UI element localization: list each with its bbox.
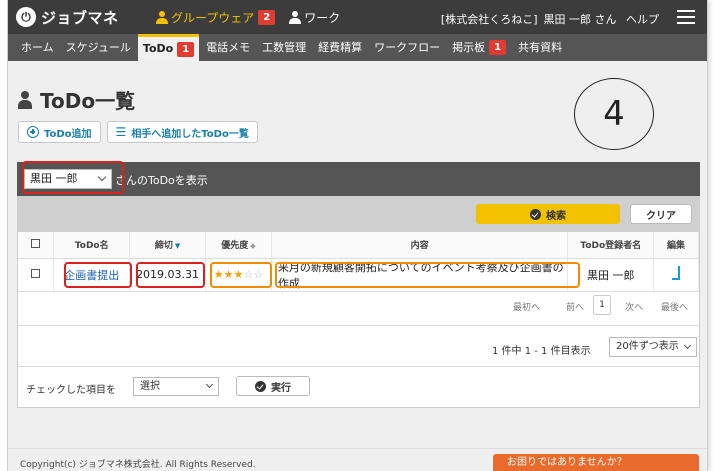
nav-todo[interactable]: ToDo 1 xyxy=(137,34,200,61)
nav-home[interactable]: ホーム xyxy=(16,34,59,61)
page-title: ToDo一覧 xyxy=(18,85,135,114)
top-menu-label: グループウェア xyxy=(171,11,255,25)
nav-expenses[interactable]: 経費精算 xyxy=(313,34,367,61)
list-icon: ☰ xyxy=(115,125,127,139)
search-row: 検索 クリア xyxy=(18,196,699,232)
nav-label: ワークフロー xyxy=(374,41,441,54)
search-button[interactable]: 検索 xyxy=(476,204,620,224)
column-header-edit: 編集 xyxy=(653,232,699,259)
per-page-value: 20件ずつ表示 xyxy=(616,341,679,352)
nav-label: 掲示板 xyxy=(452,41,486,54)
column-header-deadline[interactable]: 締切 ▼ xyxy=(129,232,207,259)
count-row: 1 件中 1 - 1 件目表示 20件ずつ表示 xyxy=(18,327,699,367)
top-menu-label: ワーク xyxy=(304,11,341,25)
person-icon xyxy=(289,11,302,24)
top-bar: ⏻ ジョブマネ グループウェア 2 ワーク [株式会社くろねこ] 黒田 一郎 さん… xyxy=(8,0,707,34)
notification-badge: 1 xyxy=(177,41,195,57)
app-window: ⏻ ジョブマネ グループウェア 2 ワーク [株式会社くろねこ] 黒田 一郎 さん… xyxy=(7,0,708,471)
plus-circle-icon xyxy=(27,126,39,138)
bulk-select-value: 選択 xyxy=(140,381,160,392)
button-label: 実行 xyxy=(271,382,291,394)
sort-desc-icon: ▼ xyxy=(174,242,181,251)
button-label: 検索 xyxy=(546,210,566,222)
chevron-down-icon xyxy=(683,341,692,350)
user-name[interactable]: 黒田 一郎 さん xyxy=(544,13,617,26)
highlight-box xyxy=(22,161,124,194)
filter-suffix: さんのToDoを表示 xyxy=(115,174,208,187)
nav-label: 電話メモ xyxy=(206,41,251,54)
assigned-todo-list-button[interactable]: ☰ 相手へ追加したToDo一覧 xyxy=(106,121,258,143)
highlight-box xyxy=(210,262,272,288)
clear-button[interactable]: クリア xyxy=(630,204,692,224)
nav-shared-docs[interactable]: 共有資料 xyxy=(513,34,567,61)
main-nav: ホーム スケジュール ToDo 1 電話メモ 工数管理 経費精算 ワークフロー 掲… xyxy=(8,34,707,61)
bulk-action-select[interactable]: 選択 xyxy=(133,377,219,396)
logo[interactable]: ⏻ ジョブマネ xyxy=(16,6,119,28)
person-icon xyxy=(156,11,168,24)
edit-icon[interactable] xyxy=(672,266,681,280)
action-buttons: ToDo追加 ☰ 相手へ追加したToDo一覧 xyxy=(18,121,264,143)
button-label: 相手へ追加したToDo一覧 xyxy=(131,128,249,140)
row-checkbox[interactable] xyxy=(31,269,41,278)
pager-current[interactable]: 1 xyxy=(593,295,611,315)
highlight-box xyxy=(64,262,132,288)
nav-phone-memo[interactable]: 電話メモ xyxy=(201,34,255,61)
nav-label: ホーム xyxy=(21,41,54,54)
column-header-content: 内容 xyxy=(271,232,569,259)
nav-label: スケジュール xyxy=(65,41,131,54)
pagination: 最初へ 前へ 1 次へ 最後へ xyxy=(18,287,699,326)
pager-next[interactable]: 次へ xyxy=(625,300,643,313)
top-menu: グループウェア 2 ワーク xyxy=(156,9,354,26)
nav-workflow[interactable]: ワークフロー xyxy=(369,34,445,61)
top-menu-groupware[interactable]: グループウェア 2 xyxy=(156,9,276,26)
button-label: ToDo追加 xyxy=(44,128,92,140)
help-button[interactable]: お困りではありませんか？ xyxy=(493,454,699,471)
column-header-name[interactable]: ToDo名 xyxy=(53,232,131,259)
user-info: [株式会社くろねこ] 黒田 一郎 さん ヘルプ xyxy=(435,11,659,27)
chevron-down-icon xyxy=(205,380,214,389)
select-all-checkbox[interactable] xyxy=(31,238,41,248)
result-count: 1 件中 1 - 1 件目表示 xyxy=(492,346,591,357)
add-todo-button[interactable]: ToDo追加 xyxy=(18,121,101,143)
pager-last[interactable]: 最後へ xyxy=(661,300,688,313)
nav-label: 経費精算 xyxy=(318,41,363,54)
copyright: Copyright(c) ジョブマネ株式会社. All Rights Reser… xyxy=(20,460,256,470)
notification-badge: 1 xyxy=(489,40,507,55)
check-circle-icon xyxy=(530,208,541,220)
execute-button[interactable]: 実行 xyxy=(236,376,310,396)
nav-man-hours[interactable]: 工数管理 xyxy=(257,34,311,61)
todo-panel: 検索 クリア ToDo名 締切 ▼ 優先度 ◆ 内容 ToDo登録者名 編集 企… xyxy=(17,196,700,408)
select-all-checkbox-cell xyxy=(18,232,55,259)
column-header-priority[interactable]: 優先度 ◆ xyxy=(205,232,272,259)
bulk-label: チェックした項目を xyxy=(26,385,116,396)
table-header-row: ToDo名 締切 ▼ 優先度 ◆ 内容 ToDo登録者名 編集 xyxy=(18,232,699,259)
footer: Copyright(c) ジョブマネ株式会社. All Rights Reser… xyxy=(8,448,707,471)
nav-bulletin[interactable]: 掲示板 1 xyxy=(447,34,511,61)
logo-text: ジョブマネ xyxy=(41,8,119,27)
highlight-box xyxy=(275,262,580,288)
annotation-number: 4 xyxy=(574,78,654,150)
top-menu-work[interactable]: ワーク xyxy=(289,9,340,26)
nav-label: ToDo xyxy=(142,42,174,55)
pager-first[interactable]: 最初へ xyxy=(513,300,540,313)
bulk-action-row: チェックした項目を 選択 実行 xyxy=(18,368,699,406)
nav-label: 共有資料 xyxy=(518,41,563,54)
person-icon xyxy=(18,90,32,109)
highlight-box xyxy=(136,262,205,288)
sort-icon: ◆ xyxy=(250,242,256,251)
notification-badge: 2 xyxy=(258,10,276,25)
company-name: [株式会社くろねこ] xyxy=(440,13,538,26)
pager-prev[interactable]: 前へ xyxy=(566,300,584,313)
page-title-text: ToDo一覧 xyxy=(40,89,136,113)
logo-mark-icon: ⏻ xyxy=(16,7,36,27)
help-link[interactable]: ヘルプ xyxy=(626,13,659,26)
nav-schedule[interactable]: スケジュール xyxy=(61,34,136,61)
check-circle-icon xyxy=(255,380,266,392)
column-header-registrant: ToDo登録者名 xyxy=(567,232,655,259)
per-page-select[interactable]: 20件ずつ表示 xyxy=(609,337,697,357)
nav-label: 工数管理 xyxy=(262,41,307,54)
hamburger-menu-icon[interactable] xyxy=(677,10,695,24)
